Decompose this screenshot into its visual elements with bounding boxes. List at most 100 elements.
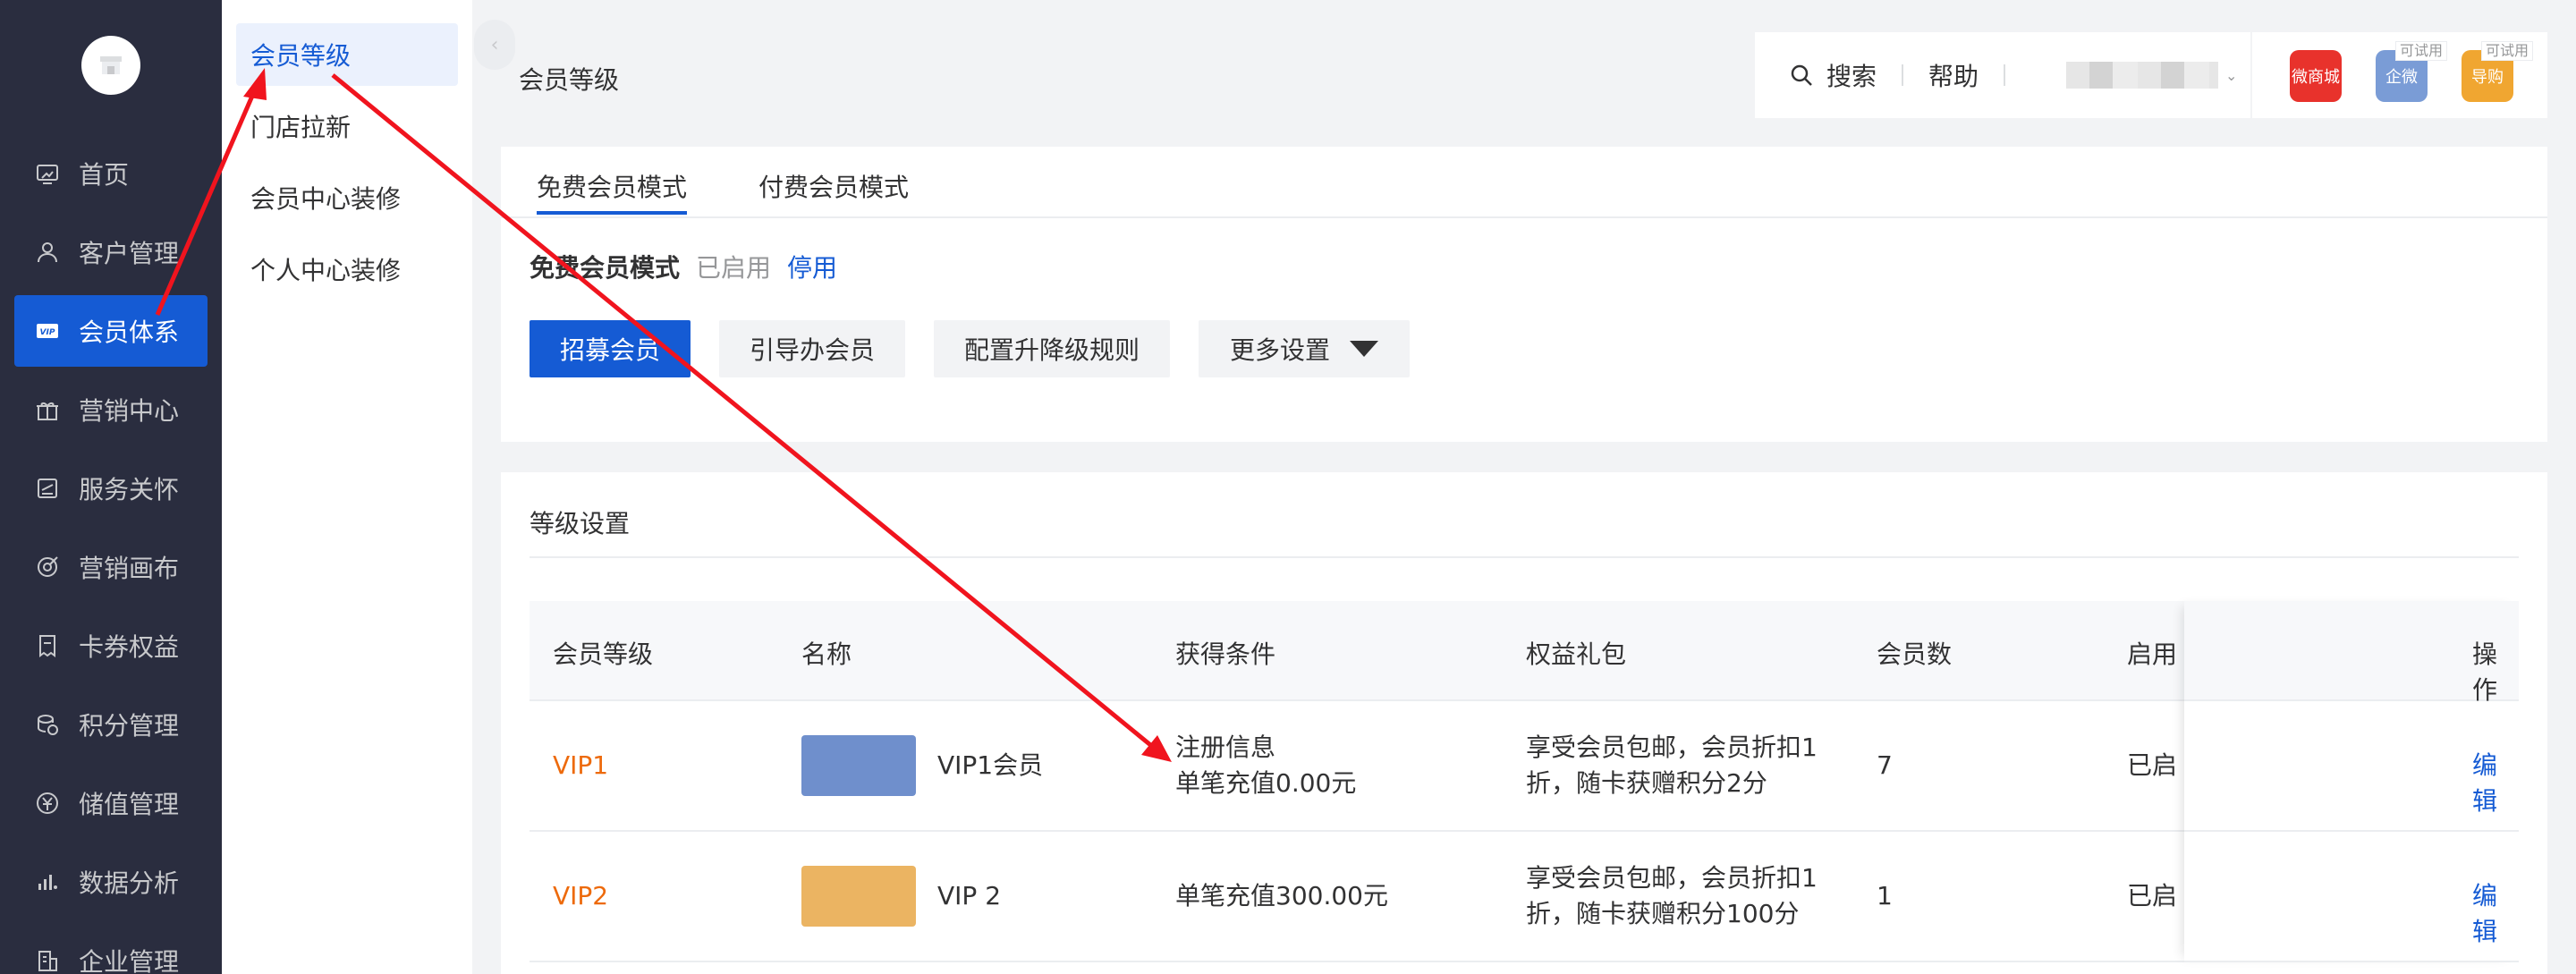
nav-item-label: 首页 bbox=[79, 160, 130, 190]
level-name: VIP2 bbox=[553, 881, 609, 910]
action-cell bbox=[2184, 832, 2519, 962]
nav-item-canvas[interactable]: 营销画布 bbox=[14, 531, 208, 603]
nav-item-membership[interactable]: VIP 会员体系 bbox=[14, 295, 208, 367]
mode-status-line: 免费会员模式 已启用 停用 bbox=[530, 249, 837, 284]
nav-item-points[interactable]: 积分管理 bbox=[14, 689, 208, 760]
enabled-status: 已启 bbox=[2127, 881, 2178, 910]
section-divider bbox=[530, 556, 2519, 558]
nav-item-coupons[interactable]: 卡券权益 bbox=[14, 610, 208, 682]
recruit-members-button[interactable]: 招募会员 bbox=[530, 320, 691, 377]
submenu-item-personal-center-decor[interactable]: 个人中心装修 bbox=[236, 238, 458, 301]
submenu-item-label: 会员等级 bbox=[250, 41, 352, 71]
store-icon bbox=[100, 56, 122, 74]
section-title: 等级设置 bbox=[530, 509, 631, 538]
condition-text: 单笔充值0.00元 bbox=[1175, 768, 1357, 798]
submenu-item-label: 会员中心装修 bbox=[250, 184, 402, 214]
tab-free-membership[interactable]: 免费会员模式 bbox=[537, 168, 687, 204]
toolbar-divider bbox=[2004, 64, 2006, 86]
nav-item-home[interactable]: 首页 bbox=[14, 138, 208, 209]
benefit-text: 折，随卡获赠积分100分 bbox=[1526, 899, 1800, 928]
trial-badge: 可试用 bbox=[2395, 41, 2448, 61]
top-toolbar: 搜索 帮助 ⌄ bbox=[1755, 32, 2250, 118]
help-button[interactable]: 帮助 bbox=[1928, 57, 1979, 93]
sub-sidebar: 会员等级 门店拉新 会员中心装修 个人中心装修 bbox=[222, 0, 472, 974]
chevron-left-icon: ‹ bbox=[490, 33, 499, 56]
mode-status: 已启用 bbox=[696, 253, 772, 283]
column-header-actions: 操作 bbox=[2472, 639, 2498, 705]
weishop-app-icon[interactable]: 微商城 bbox=[2290, 50, 2342, 102]
main-sidebar: 首页 客户管理 VIP 会员体系 营销中心 服务关怀 营销画布 卡券权益 积分管… bbox=[0, 0, 222, 974]
nav-item-label: 卡券权益 bbox=[79, 632, 180, 662]
mode-tabs: 免费会员模式 付费会员模式 bbox=[501, 147, 2547, 218]
button-label: 更多设置 bbox=[1229, 335, 1330, 365]
nav-item-marketing[interactable]: 营销中心 bbox=[14, 374, 208, 445]
nav-item-stored-value[interactable]: 储值管理 bbox=[14, 767, 208, 839]
chevron-down-icon: ⌄ bbox=[2225, 66, 2238, 84]
button-label: 配置升降级规则 bbox=[963, 335, 1140, 365]
chart-icon bbox=[34, 868, 61, 895]
column-header-benefits: 权益礼包 bbox=[1526, 639, 1627, 669]
coupon-icon bbox=[34, 632, 61, 659]
column-header-name: 名称 bbox=[801, 639, 852, 669]
edit-level-link[interactable]: 编辑 bbox=[2472, 878, 2519, 950]
nav-item-analytics[interactable]: 数据分析 bbox=[14, 846, 208, 918]
app-name: 导购 bbox=[2471, 68, 2504, 87]
svg-text:VIP: VIP bbox=[40, 328, 55, 337]
app-switcher: 微商城 企微 可试用 导购 可试用 bbox=[2252, 32, 2547, 118]
search-button[interactable]: 搜索 bbox=[1789, 57, 1877, 93]
canvas-icon bbox=[34, 554, 61, 580]
level-settings-card: 等级设置 会员等级 名称 获得条件 权益礼包 会员数 启用 VIP1 VIP1会… bbox=[501, 472, 2547, 974]
column-header-condition: 获得条件 bbox=[1175, 639, 1276, 669]
guide-membership-button[interactable]: 引导办会员 bbox=[719, 320, 905, 377]
submenu-item-label: 个人中心装修 bbox=[250, 256, 402, 285]
disable-mode-link[interactable]: 停用 bbox=[787, 249, 837, 284]
benefit-text: 享受会员包邮，会员折扣1 bbox=[1526, 733, 1818, 762]
member-count: 7 bbox=[1877, 750, 1893, 780]
benefit-text: 享受会员包邮，会员折扣1 bbox=[1526, 863, 1818, 893]
shop-logo[interactable] bbox=[81, 36, 140, 95]
configure-level-rules-button[interactable]: 配置升降级规则 bbox=[934, 320, 1170, 377]
column-header-members: 会员数 bbox=[1877, 639, 1953, 669]
mode-label: 免费会员模式 bbox=[530, 253, 681, 283]
nav-item-customers[interactable]: 客户管理 bbox=[14, 216, 208, 288]
submenu-item-store-acquisition[interactable]: 门店拉新 bbox=[236, 95, 458, 157]
edit-level-link[interactable]: 编辑 bbox=[2472, 748, 2519, 819]
member-card-name: VIP 2 bbox=[937, 881, 1002, 910]
search-label: 搜索 bbox=[1826, 62, 1877, 91]
level-name: VIP1 bbox=[553, 750, 609, 780]
column-header-level: 会员等级 bbox=[553, 639, 654, 669]
button-label: 引导办会员 bbox=[749, 335, 875, 365]
nav-item-label: 积分管理 bbox=[79, 711, 180, 741]
submenu-item-member-center-decor[interactable]: 会员中心装修 bbox=[236, 166, 458, 229]
account-name-redacted[interactable] bbox=[2066, 62, 2219, 89]
member-card-name: VIP1会员 bbox=[937, 750, 1044, 780]
action-cell bbox=[2184, 701, 2519, 832]
vip-icon: VIP bbox=[34, 318, 61, 344]
tab-paid-membership[interactable]: 付费会员模式 bbox=[758, 168, 909, 204]
points-icon bbox=[34, 711, 61, 738]
app-name: 微商城 bbox=[2292, 68, 2340, 87]
condition-text: 注册信息 bbox=[1175, 733, 1276, 762]
member-card-thumbnail bbox=[801, 866, 916, 927]
submenu-item-label: 门店拉新 bbox=[250, 113, 352, 142]
nav-item-service[interactable]: 服务关怀 bbox=[14, 453, 208, 524]
nav-item-label: 营销画布 bbox=[79, 554, 180, 583]
fixed-action-column: 操作 编辑 编辑 bbox=[2184, 601, 2519, 962]
wallet-icon bbox=[34, 790, 61, 817]
action-column-header-bg bbox=[2184, 601, 2519, 701]
submenu-item-member-levels[interactable]: 会员等级 bbox=[236, 23, 458, 86]
collapse-sidebar-button[interactable]: ‹ bbox=[474, 20, 515, 70]
caret-down-icon bbox=[1350, 341, 1378, 357]
service-icon bbox=[34, 475, 61, 502]
enabled-status: 已启 bbox=[2127, 750, 2178, 780]
button-label: 招募会员 bbox=[559, 335, 660, 365]
member-card-thumbnail bbox=[801, 735, 916, 796]
app-name: 企微 bbox=[2385, 68, 2418, 87]
nav-item-enterprise[interactable]: 企业管理 bbox=[14, 925, 208, 974]
building-icon bbox=[34, 947, 61, 974]
trial-badge: 可试用 bbox=[2481, 41, 2534, 61]
benefit-text: 折，随卡获赠积分2分 bbox=[1526, 768, 1767, 798]
member-mode-card: 免费会员模式 付费会员模式 免费会员模式 已启用 停用 招募会员 引导办会员 配… bbox=[501, 147, 2547, 442]
user-icon bbox=[34, 239, 61, 266]
more-settings-dropdown[interactable]: 更多设置 bbox=[1199, 320, 1410, 377]
